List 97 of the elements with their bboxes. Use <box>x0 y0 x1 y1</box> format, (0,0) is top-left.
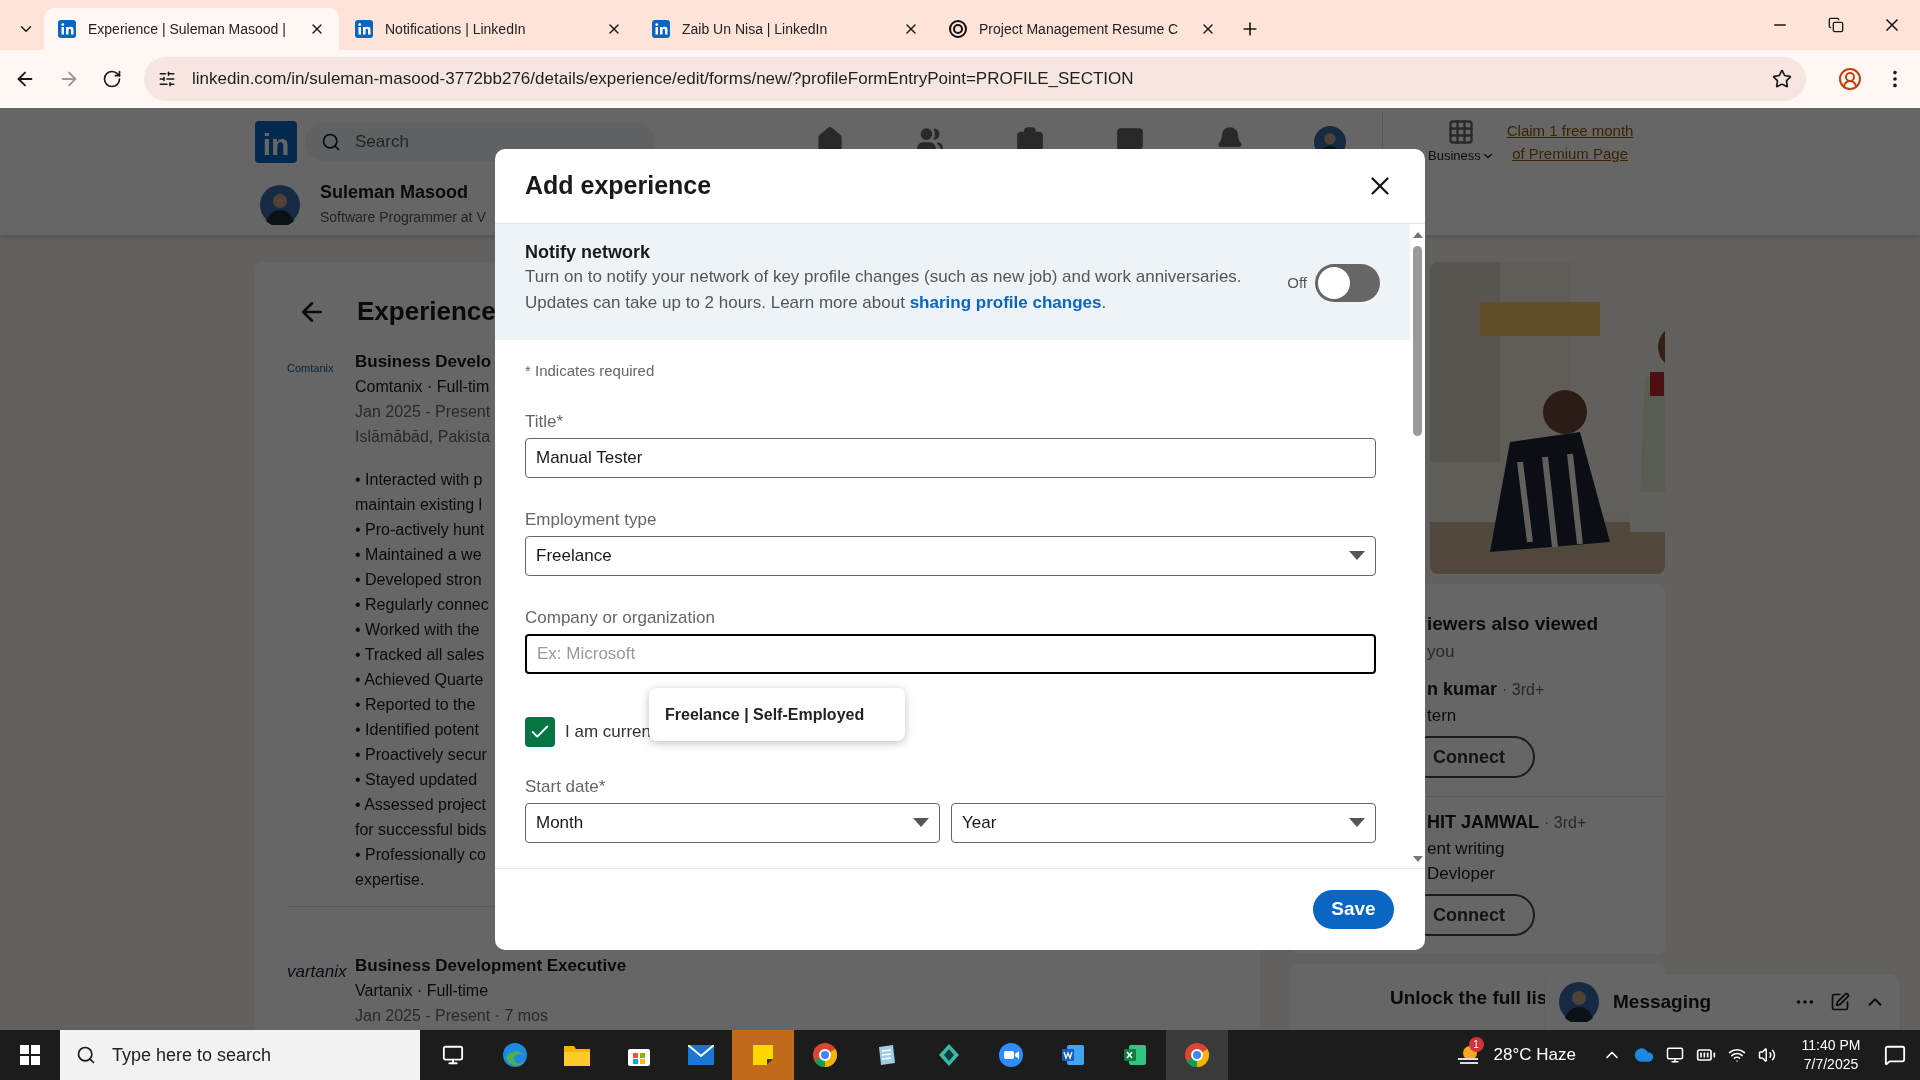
description-line: • Developed stron <box>355 570 483 590</box>
toggle-label: Off <box>1287 272 1307 293</box>
job-location: Islāmābād, Pakista <box>355 427 492 447</box>
clock[interactable]: 11:40 PM 7/7/2025 <box>1792 1036 1870 1074</box>
browser-tab[interactable]: Project Management Resume C <box>935 8 1230 50</box>
section-title: Experience <box>357 295 496 328</box>
scrollbar-thumb[interactable] <box>1413 246 1422 436</box>
company-name: Comtanix · Full-tim <box>355 377 491 397</box>
person-name: n kumar · 3rd+ <box>1427 678 1546 701</box>
notify-heading: Notify network <box>525 241 651 264</box>
browser-icon[interactable] <box>1166 1030 1228 1080</box>
profile-headline: Software Programmer at V <box>320 208 486 227</box>
restore-icon[interactable] <box>1828 17 1844 33</box>
company-logo: vartanix <box>287 962 347 981</box>
display-icon[interactable] <box>1666 1046 1684 1064</box>
company-logo: Comtanix <box>287 362 334 374</box>
windows-icon[interactable] <box>20 1045 40 1065</box>
person-headline: Devloper <box>1427 863 1497 885</box>
field-label: Employment type <box>525 509 658 531</box>
search-icon <box>321 131 341 152</box>
tab-title: Experience | Suleman Masood | <box>88 19 287 39</box>
caret-icon <box>913 818 929 828</box>
description-line: • Achieved Quarte <box>355 670 485 690</box>
select-field[interactable]: Month <box>525 803 940 843</box>
job-title: Business Develo <box>355 351 492 373</box>
profile-icon[interactable] <box>1838 67 1862 91</box>
caret-icon <box>1349 818 1365 828</box>
description-line: maintain existing l <box>355 495 484 515</box>
tab-title: Project Management Resume C <box>979 19 1180 39</box>
scroll-down-icon[interactable] <box>1412 856 1423 862</box>
person-name: HIT JAMWAL · 3rd+ <box>1427 811 1588 834</box>
required-note: * Indicates required <box>525 362 656 380</box>
browser-tab[interactable]: Zaib Un Nisa | LinkedIn <box>638 8 933 50</box>
tab-title: Zaib Un Nisa | LinkedIn <box>682 19 829 39</box>
checkbox-label: I am curren <box>565 721 651 744</box>
bookmark-icon[interactable] <box>1772 69 1792 89</box>
caret-icon <box>1349 551 1365 561</box>
description-line: • Professionally co <box>355 845 487 865</box>
notifications-icon[interactable] <box>1884 1044 1906 1066</box>
wifi-icon[interactable] <box>1728 1046 1746 1064</box>
notify-description: Turn on to notify your network of key profile changes (such as new job) and work anniversaries. Updates can take up to 2 hours. Learn more about sharing profile changes. <box>525 266 1243 314</box>
reload-icon[interactable] <box>102 69 122 89</box>
field-label: Title* <box>525 411 565 433</box>
description-line: • Identified potent <box>355 720 480 740</box>
description-line: • Stayed updated <box>355 770 479 790</box>
linkedin-icon <box>652 20 670 38</box>
save-button[interactable]: Save <box>1313 890 1394 929</box>
scroll-up-icon[interactable] <box>1412 232 1423 238</box>
job-dates: Jan 2025 - Present <box>355 402 492 422</box>
card-subtitle: you <box>1427 640 1456 663</box>
description-line: • Assessed project <box>355 795 487 815</box>
job-dates: Jan 2025 - Present · 7 mos <box>355 1006 549 1026</box>
messaging-avatar <box>1559 982 1599 1022</box>
description-line: • Reported to the <box>355 695 477 715</box>
cloud-icon[interactable] <box>1634 1045 1654 1065</box>
profile-name: Suleman Masood <box>320 181 470 204</box>
browser-tab[interactable]: Notifications | LinkedIn <box>341 8 636 50</box>
person-headline: ent writing <box>1427 838 1506 860</box>
compose-icon[interactable] <box>1830 992 1850 1012</box>
person-headline: tern <box>1427 705 1458 727</box>
profile-avatar <box>260 185 300 225</box>
description-line: • Maintained a we <box>355 545 483 565</box>
volume-icon[interactable] <box>1758 1046 1776 1064</box>
weather-text: 28°C Haze <box>1493 1044 1576 1067</box>
notify-toggle[interactable] <box>1315 264 1380 302</box>
linkedin-icon <box>58 20 76 38</box>
description-line: • Proactively secur <box>355 745 488 765</box>
description-line: • Pro-actively hunt <box>355 520 486 540</box>
description-line: • Regularly connec <box>355 595 490 615</box>
sharing-link[interactable]: sharing profile changes <box>909 293 1102 312</box>
tab-title: Notifications | LinkedIn <box>385 19 527 39</box>
address-bar[interactable]: linkedin.com/in/suleman-masood-3772bb276/details/experience/edit/forms/new/?profileFormEntryPoint=PROFILE_SECTION <box>144 57 1806 101</box>
url-text: linkedin.com/in/suleman-masood-3772bb276/details/experience/edit/forms/new/?profileFormEntryPoint=PROFILE_SECTION <box>192 68 1135 91</box>
company-name: Vartanix · Full-time <box>355 981 490 1001</box>
job-title: Business Development Executive <box>355 955 627 977</box>
description-line: expertise. <box>355 870 426 890</box>
linkedin-icon <box>355 20 373 38</box>
description-line: • Interacted with p <box>355 470 484 490</box>
apps-grid-icon[interactable] <box>1447 117 1476 146</box>
browser-tab[interactable]: Experience | Suleman Masood | <box>44 8 339 50</box>
field-label: Start date* <box>525 776 607 798</box>
site-info-icon[interactable] <box>158 70 176 88</box>
linkedin-logo: in <box>255 120 297 163</box>
select-field[interactable]: Freelance <box>525 536 1376 576</box>
suggestion-popover[interactable]: Freelance | Self-Employed <box>649 688 905 741</box>
weather-badge: 1 <box>1468 1037 1484 1052</box>
select-field[interactable]: Year <box>951 803 1376 843</box>
dialog-title: Add experience <box>525 170 712 202</box>
search-icon <box>76 1045 96 1065</box>
description-line: for successful bids <box>355 820 488 840</box>
description-line: • Worked with the <box>355 620 481 640</box>
field-label: Company or organization <box>525 607 716 629</box>
text-field[interactable]: Manual Tester <box>525 438 1376 478</box>
description-line: • Tracked all sales <box>355 645 486 665</box>
checkbox[interactable] <box>525 717 555 747</box>
taskbar-search[interactable]: Type here to search <box>60 1030 420 1080</box>
card-heading: iewers also viewed <box>1427 612 1600 636</box>
